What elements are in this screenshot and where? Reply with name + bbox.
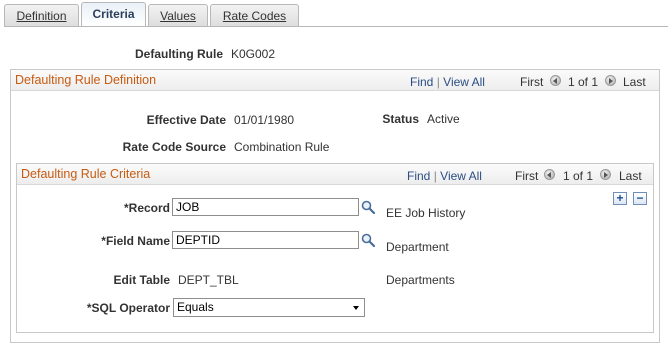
edit-table-description: Departments [386, 273, 455, 287]
criteria-prev-arrow-icon[interactable] [544, 169, 555, 180]
criteria-find-link[interactable]: Find [407, 169, 430, 183]
rate-code-source-value: Combination Rule [234, 140, 330, 154]
tab-values-label: Values [160, 9, 196, 23]
definition-box-title: Defaulting Rule Definition [15, 73, 157, 87]
record-label: *Record [123, 201, 170, 215]
tab-rate-codes[interactable]: Rate Codes [210, 4, 299, 26]
field-name-lookup-magnifier-icon[interactable] [361, 233, 375, 247]
criteria-row-count: 1 of 1 [563, 169, 594, 183]
definition-find-link[interactable]: Find [410, 75, 433, 89]
rate-code-source-label: Rate Code Source [122, 140, 226, 154]
delete-row-button[interactable]: − [633, 192, 647, 205]
defaulting-rule-label: Defaulting Rule [134, 47, 223, 61]
field-name-label: *Field Name [101, 234, 170, 248]
criteria-nav-separator: | [433, 169, 437, 183]
criteria-box-header: Defaulting Rule Criteria Find | View All… [17, 164, 653, 185]
sql-operator-select[interactable]: Equals [173, 298, 365, 317]
edit-table-label: Edit Table [113, 273, 170, 287]
definition-box-header: Defaulting Rule Definition Find | View A… [11, 70, 659, 91]
field-name-description: Department [386, 240, 449, 254]
definition-row-count: 1 of 1 [568, 75, 599, 89]
definition-prev-arrow-icon[interactable] [550, 75, 561, 86]
tab-definition[interactable]: Definition [4, 4, 79, 26]
record-description: EE Job History [386, 206, 466, 220]
chevron-down-icon [353, 306, 359, 310]
definition-first-label: First [520, 75, 544, 89]
status-label: Status [382, 112, 419, 126]
record-lookup-magnifier-icon[interactable] [361, 200, 375, 214]
tab-rate-codes-label: Rate Codes [222, 9, 287, 23]
definition-view-all-link[interactable]: View All [443, 75, 485, 89]
criteria-last-label: Last [619, 169, 642, 183]
criteria-next-arrow-icon[interactable] [600, 169, 611, 180]
tab-definition-label: Definition [16, 9, 67, 23]
effective-date-value: 01/01/1980 [234, 113, 295, 127]
criteria-find-nav: Find | View All [407, 169, 482, 183]
sql-operator-label: *SQL Operator [86, 301, 170, 315]
sql-operator-selected-value: Equals [177, 300, 214, 314]
definition-find-nav: Find | View All [410, 75, 485, 89]
field-name-input[interactable] [172, 231, 359, 249]
criteria-first-label: First [515, 169, 539, 183]
criteria-box-title: Defaulting Rule Criteria [21, 167, 151, 181]
definition-nav-separator: | [436, 75, 440, 89]
add-row-button[interactable]: + [613, 192, 627, 205]
defaulting-rule-value: K0G002 [231, 47, 276, 61]
tab-criteria-label: Criteria [92, 7, 135, 21]
effective-date-label: Effective Date [146, 113, 226, 127]
tab-divider [4, 26, 668, 27]
tab-values[interactable]: Values [148, 4, 208, 26]
tab-criteria[interactable]: Criteria [81, 2, 146, 26]
record-input[interactable] [172, 198, 359, 216]
definition-last-label: Last [623, 75, 646, 89]
edit-table-value: DEPT_TBL [178, 273, 239, 287]
definition-next-arrow-icon[interactable] [605, 75, 616, 86]
status-value: Active [427, 112, 460, 126]
criteria-view-all-link[interactable]: View All [440, 169, 482, 183]
